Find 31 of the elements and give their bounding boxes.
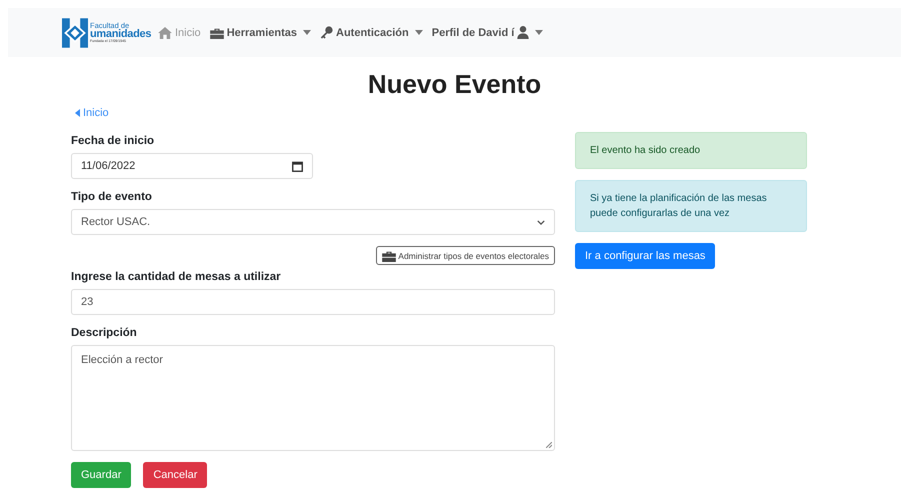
page-title: Nuevo Evento bbox=[366, 69, 542, 99]
nav-dropdown[interactable]: Perfil de David í bbox=[432, 26, 544, 39]
nav-dropdown[interactable]: Autenticación bbox=[320, 26, 423, 39]
key-icon bbox=[320, 26, 334, 39]
user-icon bbox=[517, 26, 530, 39]
caret-icon bbox=[303, 30, 312, 35]
field-label: Ingrese la cantidad de mesas a utilizar bbox=[71, 271, 281, 283]
cancel-button[interactable]: Cancelar bbox=[143, 462, 208, 488]
caret-icon bbox=[414, 30, 423, 35]
toolbox-icon bbox=[210, 26, 224, 38]
field-label: Fecha de inicio bbox=[71, 135, 154, 147]
chevron-icon bbox=[537, 220, 545, 224]
textarea-field[interactable]: Elección a rector bbox=[71, 345, 555, 451]
field-label: Descripción bbox=[71, 327, 137, 339]
caret-icon bbox=[75, 109, 80, 117]
nav-dropdown[interactable]: Herramientas bbox=[210, 26, 312, 39]
logo-text: umanidades bbox=[90, 29, 152, 40]
logo-icon bbox=[62, 16, 88, 48]
input-field[interactable]: 23 bbox=[71, 289, 555, 315]
select-field[interactable]: Rector USAC. bbox=[71, 209, 555, 235]
configure-button[interactable]: Ir a configurar las mesas bbox=[575, 243, 716, 269]
calendar-icon bbox=[292, 160, 303, 172]
field-label: Tipo de evento bbox=[71, 191, 152, 203]
toolbox-icon bbox=[382, 250, 396, 262]
manage-button[interactable]: Administrar tipos de eventos electorales bbox=[376, 246, 555, 265]
alert-message: El evento ha sido creado bbox=[575, 132, 807, 169]
date-field[interactable]: 11/06/2022 bbox=[71, 153, 313, 179]
home-icon bbox=[158, 26, 172, 38]
resize-grip-icon bbox=[546, 442, 552, 448]
caret-icon bbox=[535, 30, 544, 35]
alert-message: Si ya tiene la planificación de las mesas puede configurarlas de una vez bbox=[575, 180, 807, 232]
